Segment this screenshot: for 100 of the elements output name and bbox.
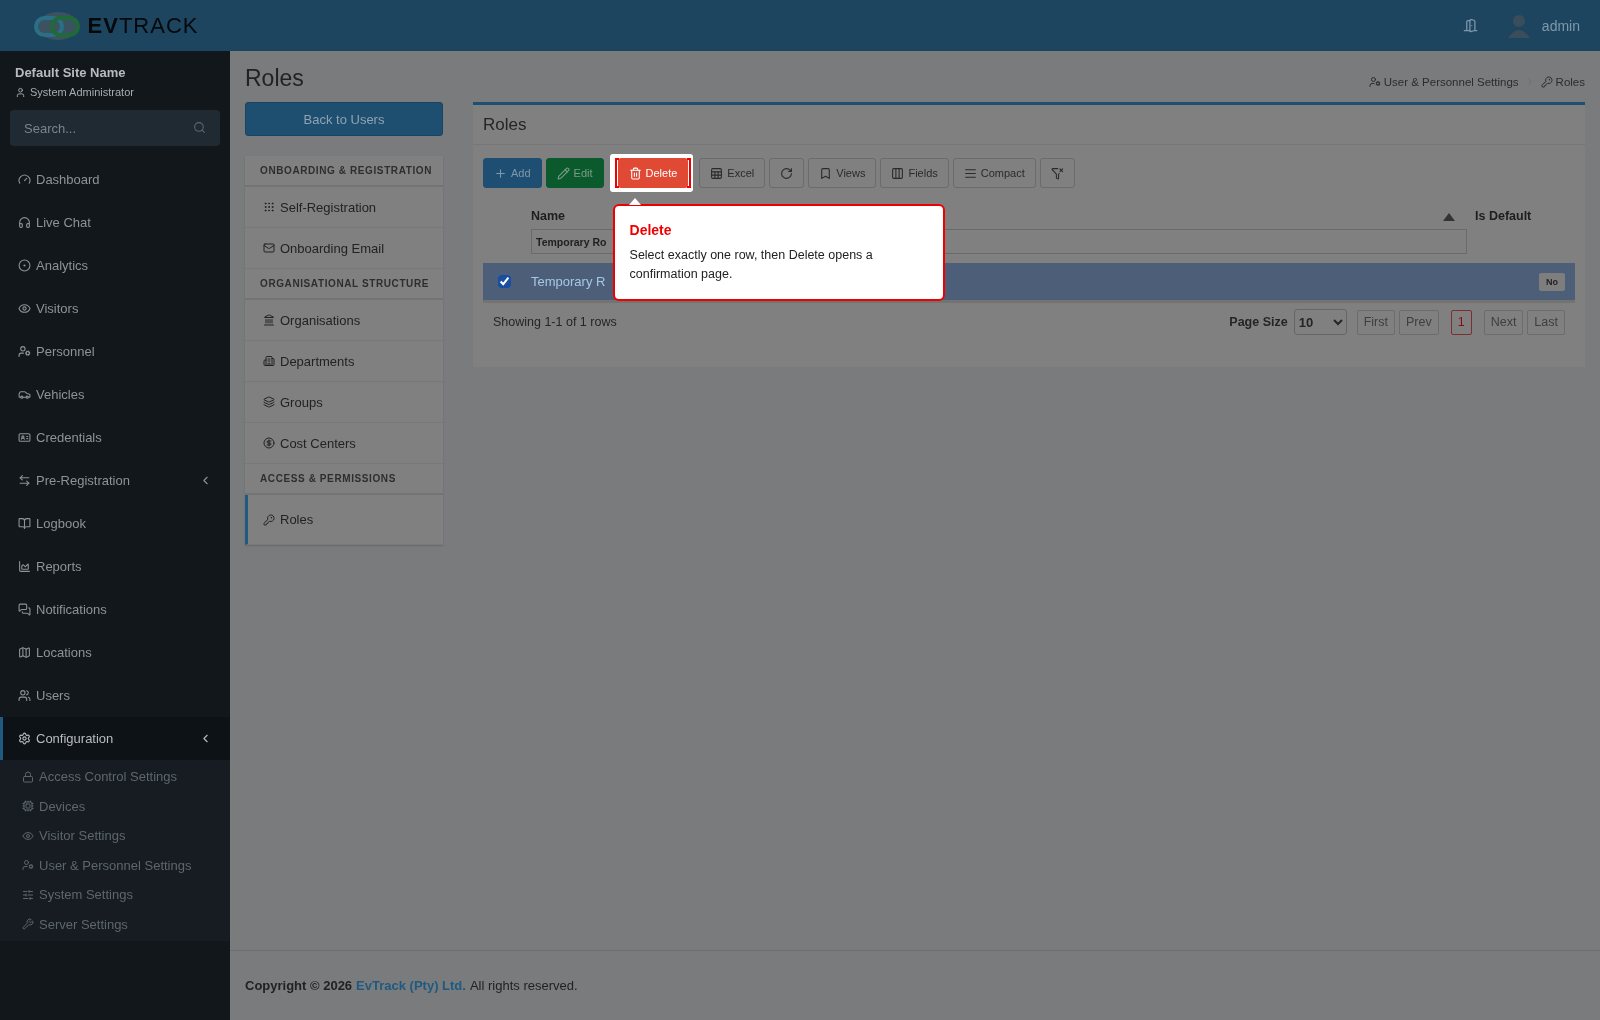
pencil-icon: [556, 166, 570, 180]
sidebar-item[interactable]: Visitors: [0, 287, 230, 330]
chart-icon: [18, 560, 31, 573]
copyright-text: Copyright © 2026: [245, 978, 353, 993]
car-icon: [18, 388, 31, 401]
book-icon: [18, 517, 31, 530]
refresh-icon: [780, 166, 794, 180]
target-icon: [18, 259, 31, 272]
lines-icon: [963, 166, 977, 180]
columns-icon: [891, 166, 905, 180]
toolbar-button[interactable]: Edit: [545, 158, 604, 188]
table-icon: [710, 166, 724, 180]
menu-link[interactable]: Cost Centers: [245, 423, 443, 464]
back-button[interactable]: Back to Users: [245, 102, 443, 136]
site-name: Default Site Name: [15, 65, 127, 80]
dots-icon: [263, 201, 275, 213]
eye-icon: [22, 829, 34, 842]
person-icon: [18, 345, 31, 358]
users-icon: [18, 689, 31, 702]
submenu-item[interactable]: Devices: [0, 791, 230, 821]
search-icon: [193, 121, 206, 134]
logo-text: EVTRACK: [87, 12, 199, 39]
card-title: Roles: [473, 105, 1585, 145]
headset-icon: [18, 216, 31, 229]
menu-link[interactable]: Groups: [245, 382, 443, 423]
toolbar-button[interactable]: Excel: [699, 158, 766, 188]
page-size-label: Page Size: [1229, 315, 1288, 329]
sidebar-item[interactable]: Personnel: [0, 330, 230, 373]
sidebar-item[interactable]: Analytics: [0, 244, 230, 287]
map-icon: [18, 646, 31, 659]
toolbar-button[interactable]: Compact: [952, 158, 1036, 188]
user-icon: [15, 86, 26, 98]
trash-icon: [628, 166, 642, 180]
search-field[interactable]: Search...: [10, 110, 220, 146]
mail-icon: [263, 242, 275, 254]
refresh-button[interactable]: [769, 158, 805, 188]
toolbar-button[interactable]: Fields: [880, 158, 949, 188]
bookmark-icon: [819, 166, 833, 180]
toolbar-button[interactable]: Add: [483, 158, 542, 188]
bank-icon: [263, 314, 275, 326]
menu-link[interactable]: Organisations: [245, 300, 443, 341]
filter-clear-button[interactable]: [1039, 158, 1075, 188]
sidebar-item[interactable]: Logbook: [0, 502, 230, 545]
user-role: System Administrator: [30, 86, 134, 98]
sidebar-item[interactable]: Users: [0, 674, 230, 717]
arrows-icon: [18, 474, 31, 487]
avatar-icon: [1507, 13, 1530, 38]
door-icon[interactable]: [1462, 18, 1478, 33]
wrench-icon: [22, 918, 34, 931]
role-name-link[interactable]: Temporary R: [531, 274, 606, 289]
layers-icon: [263, 396, 275, 408]
sidebar-item[interactable]: Dashboard: [0, 158, 230, 201]
eye-icon: [18, 302, 31, 315]
sidebar-item[interactable]: Reports: [0, 545, 230, 588]
dollar-icon: [263, 437, 275, 449]
filter-clear-icon: [1050, 166, 1064, 180]
sort-icon[interactable]: [1443, 212, 1455, 221]
sidebar-item[interactable]: Vehicles: [0, 373, 230, 416]
id-card-icon: [18, 431, 31, 444]
menu-link[interactable]: Roles: [245, 495, 443, 545]
toolbar-button[interactable]: Views: [808, 158, 877, 188]
row-checkbox[interactable]: [498, 275, 511, 288]
sidebar-item[interactable]: Configuration: [0, 717, 230, 760]
user-gear-icon: [1368, 75, 1381, 88]
sidebar-item[interactable]: Locations: [0, 631, 230, 674]
submenu-item[interactable]: Visitor Settings: [0, 821, 230, 851]
page-size-select[interactable]: 10: [1293, 309, 1347, 335]
rows-summary: Showing 1-1 of 1 rows: [493, 315, 617, 329]
lock-icon: [22, 770, 34, 783]
key-icon: [1540, 75, 1553, 88]
building-icon: [263, 355, 275, 367]
submenu-item[interactable]: Access Control Settings: [0, 762, 230, 792]
user-name[interactable]: admin: [1541, 17, 1580, 34]
sidebar-item[interactable]: Live Chat: [0, 201, 230, 244]
submenu-item[interactable]: Server Settings: [0, 909, 230, 939]
menu-section-heading: ACCESS & PERMISSIONS: [245, 464, 443, 495]
gauge-icon: [18, 173, 31, 186]
column-header[interactable]: Is Default: [1475, 209, 1565, 223]
menu-link[interactable]: Onboarding Email: [245, 228, 443, 269]
user-gear-icon: [22, 859, 34, 872]
menu-section-heading: ONBOARDING & REGISTRATION: [245, 156, 443, 187]
sidebar-item[interactable]: Credentials: [0, 416, 230, 459]
sidebar-item[interactable]: Notifications: [0, 588, 230, 631]
key-icon: [263, 513, 275, 526]
settings-icon: [18, 732, 31, 745]
submenu-item[interactable]: User & Personnel Settings: [0, 850, 230, 880]
pager-button[interactable]: 1: [1450, 309, 1472, 335]
menu-link[interactable]: Departments: [245, 341, 443, 382]
sidebar-item[interactable]: Pre-Registration: [0, 459, 230, 502]
submenu-item[interactable]: System Settings: [0, 880, 230, 910]
rights-text: All rights reserved.: [469, 978, 578, 993]
page-title: Roles: [245, 65, 304, 92]
menu-section-heading: ORGANISATIONAL STRUCTURE: [245, 269, 443, 300]
sliders-icon: [22, 888, 34, 901]
plus-icon: [494, 166, 507, 180]
menu-link[interactable]: Self-Registration: [245, 187, 443, 228]
toolbar-button[interactable]: Delete: [617, 158, 689, 188]
breadcrumb-link[interactable]: Roles: [1540, 75, 1585, 88]
chat-icon: [18, 603, 31, 616]
breadcrumb-link[interactable]: User & Personnel Settings: [1368, 75, 1519, 88]
